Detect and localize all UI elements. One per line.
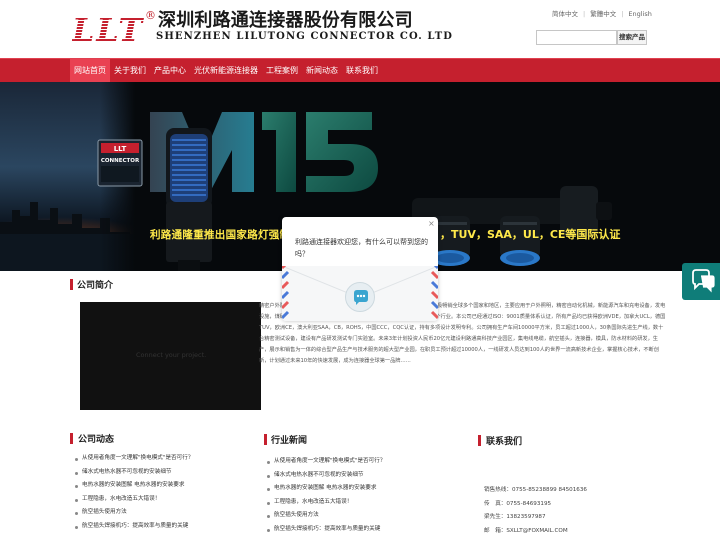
- site-header: LLT ® 深圳利路通连接器股份有限公司 SHENZHEN LILUTONG C…: [0, 0, 720, 58]
- list-item[interactable]: 航空插头焊接机巧：提高效率与质量的关键: [266, 523, 466, 537]
- company-name-cn: 深圳利路通连接器股份有限公司: [158, 10, 413, 31]
- llt-badge: LLT CONNECTOR: [97, 139, 143, 187]
- contact-info: 销售热线：0755-85238899 84501636 传 真：0755-846…: [484, 484, 654, 538]
- contact-bar: [478, 435, 481, 446]
- list-item[interactable]: 电热水器的安装图解 电热水器的安装要求: [266, 482, 466, 496]
- nav-products[interactable]: 产品中心: [150, 59, 190, 82]
- about-title-bar: [70, 279, 73, 290]
- nav-contact[interactable]: 联系我们: [342, 59, 382, 82]
- company-news-title: 公司动态: [78, 435, 115, 445]
- contact-fax: 传 真：0755-84693195: [484, 500, 552, 507]
- contact-email[interactable]: 邮 箱：SXLLT@FOXMAIL.COM: [484, 525, 654, 539]
- nav-solar-connectors[interactable]: 光伏新能源连接器: [190, 59, 262, 82]
- lang-traditional[interactable]: 繁體中文: [590, 10, 616, 18]
- about-title: 公司简介: [77, 281, 114, 291]
- nav-about[interactable]: 关于我们: [110, 59, 150, 82]
- list-item[interactable]: 工程隐患，水电改造五大错误！: [266, 496, 466, 510]
- search-input[interactable]: [536, 30, 617, 45]
- registered-mark: ®: [145, 9, 156, 22]
- industry-news-title: 行业新闻: [271, 436, 308, 446]
- list-item[interactable]: 从使用者角度一文理解"换电模式"是否可行？: [74, 452, 254, 466]
- svg-text:LLT: LLT: [114, 145, 127, 153]
- contact-phone: 销售热线：0755-85238899 84501636: [484, 487, 587, 493]
- company-news-bar: [70, 433, 73, 444]
- industry-news-bar: [264, 434, 267, 445]
- lang-english[interactable]: English: [628, 10, 651, 18]
- svg-text:LLT: LLT: [72, 12, 144, 44]
- main-nav: 网站首页 关于我们 产品中心 光伏新能源连接器 工程案例 新闻动态 联系我们: [0, 58, 720, 82]
- nav-home[interactable]: 网站首页: [70, 59, 110, 82]
- svg-text:CONNECTOR: CONNECTOR: [101, 158, 140, 164]
- contact-person: 梁先生：13823597987: [484, 514, 546, 520]
- banner-caption-right: ，TUV，SAA，UL，CE等国际认证: [440, 228, 621, 241]
- company-video[interactable]: Connect your project.: [80, 302, 261, 410]
- banner-caption-left: 利路通隆重推出国家路灯强制: [150, 229, 291, 241]
- list-item[interactable]: 航空插头使用方法: [266, 509, 466, 523]
- lang-simplified[interactable]: 简体中文: [552, 10, 578, 18]
- video-placeholder-text: Connect your project.: [136, 351, 207, 359]
- chat-greeting: 利路通连接器欢迎您，有什么可以帮到您的吗？: [295, 238, 428, 258]
- industry-news-list: 从使用者角度一文理解"换电模式"是否可行？ 储水式电热水器不可忽视的安装细节 电…: [266, 455, 466, 536]
- list-item[interactable]: 航空插头焊接机巧：提高效率与质量的关键: [74, 520, 254, 534]
- list-item[interactable]: 航空插头使用方法: [74, 506, 254, 520]
- page: LLT ® 深圳利路通连接器股份有限公司 SHENZHEN LILUTONG C…: [0, 0, 720, 540]
- list-item[interactable]: 从使用者角度一文理解"换电模式"是否可行？: [266, 455, 466, 469]
- contact-title: 联系我们: [486, 437, 523, 447]
- chat-bubble-icon[interactable]: [345, 282, 375, 312]
- chat-icon: [692, 269, 715, 293]
- list-item[interactable]: 电热水器的安装图解 电热水器的安装要求: [74, 479, 254, 493]
- company-news-list: 从使用者角度一文理解"换电模式"是否可行？ 储水式电热水器不可忽视的安装细节 电…: [74, 452, 254, 533]
- nav-cases[interactable]: 工程案例: [262, 59, 302, 82]
- side-chat-button[interactable]: [682, 263, 720, 300]
- nav-news[interactable]: 新闻动态: [302, 59, 342, 82]
- company-name-en: SHENZHEN LILUTONG CONNECTOR CO. LTD: [156, 31, 454, 42]
- language-switcher: 简体中文 | 繁體中文 | English: [552, 10, 652, 18]
- chat-popup[interactable]: × 利路通连接器欢迎您，有什么可以帮到您的吗？: [282, 217, 438, 321]
- connector-left: [166, 128, 212, 271]
- list-item[interactable]: 储水式电热水器不可忽视的安装细节: [74, 466, 254, 480]
- list-item[interactable]: 工程隐患，水电改造五大错误！: [74, 493, 254, 507]
- llt-logo[interactable]: LLT: [72, 12, 144, 44]
- chat-close-button[interactable]: ×: [428, 219, 435, 228]
- search-button[interactable]: 搜索产品: [617, 30, 647, 45]
- list-item[interactable]: 储水式电热水器不可忽视的安装细节: [266, 469, 466, 483]
